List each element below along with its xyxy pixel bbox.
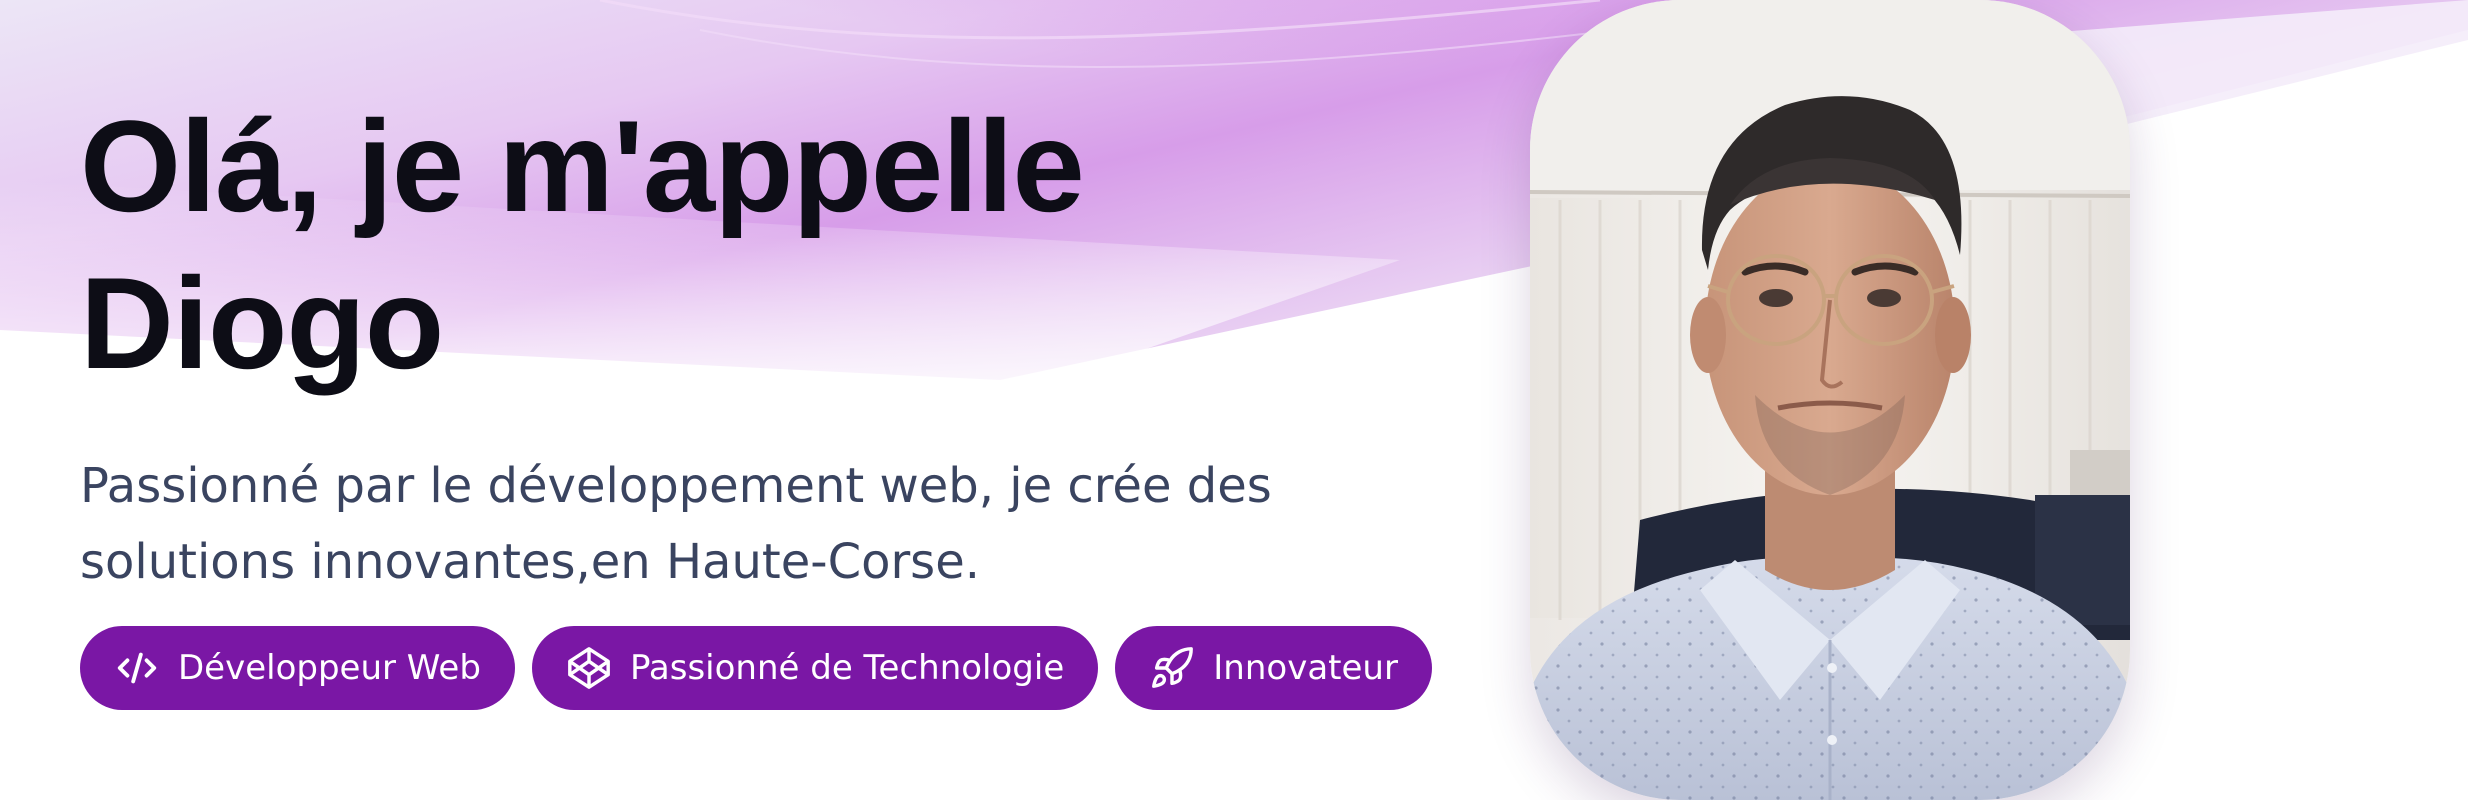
badge-list: Développeur Web Passionné de Technologie xyxy=(80,626,1432,710)
codepen-cube-icon xyxy=(566,645,612,691)
page-title: Olá, je m'appelle Diogo xyxy=(80,88,1500,402)
badge-passionne-technologie[interactable]: Passionné de Technologie xyxy=(531,626,1099,710)
rocket-icon xyxy=(1149,645,1195,691)
title-line-name: Diogo xyxy=(80,250,444,396)
badge-label: Passionné de Technologie xyxy=(629,648,1065,688)
hero-subtitle: Passionné par le développement web, je c… xyxy=(80,458,1272,590)
title-line-greeting: Olá, je m'appelle xyxy=(80,93,1085,239)
badge-innovateur[interactable]: Innovateur xyxy=(1115,626,1432,710)
badge-developpeur-web[interactable]: Développeur Web xyxy=(80,626,515,710)
profile-photo xyxy=(1530,0,2130,800)
code-icon xyxy=(114,645,160,691)
badge-label: Innovateur xyxy=(1213,648,1398,688)
hero-section: Olá, je m'appelle Diogo Passionné par le… xyxy=(0,0,2468,800)
hero-text: Olá, je m'appelle Diogo Passionné par le… xyxy=(80,88,1500,600)
badge-label: Développeur Web xyxy=(178,648,481,688)
profile-photo-illustration xyxy=(1530,0,2130,800)
